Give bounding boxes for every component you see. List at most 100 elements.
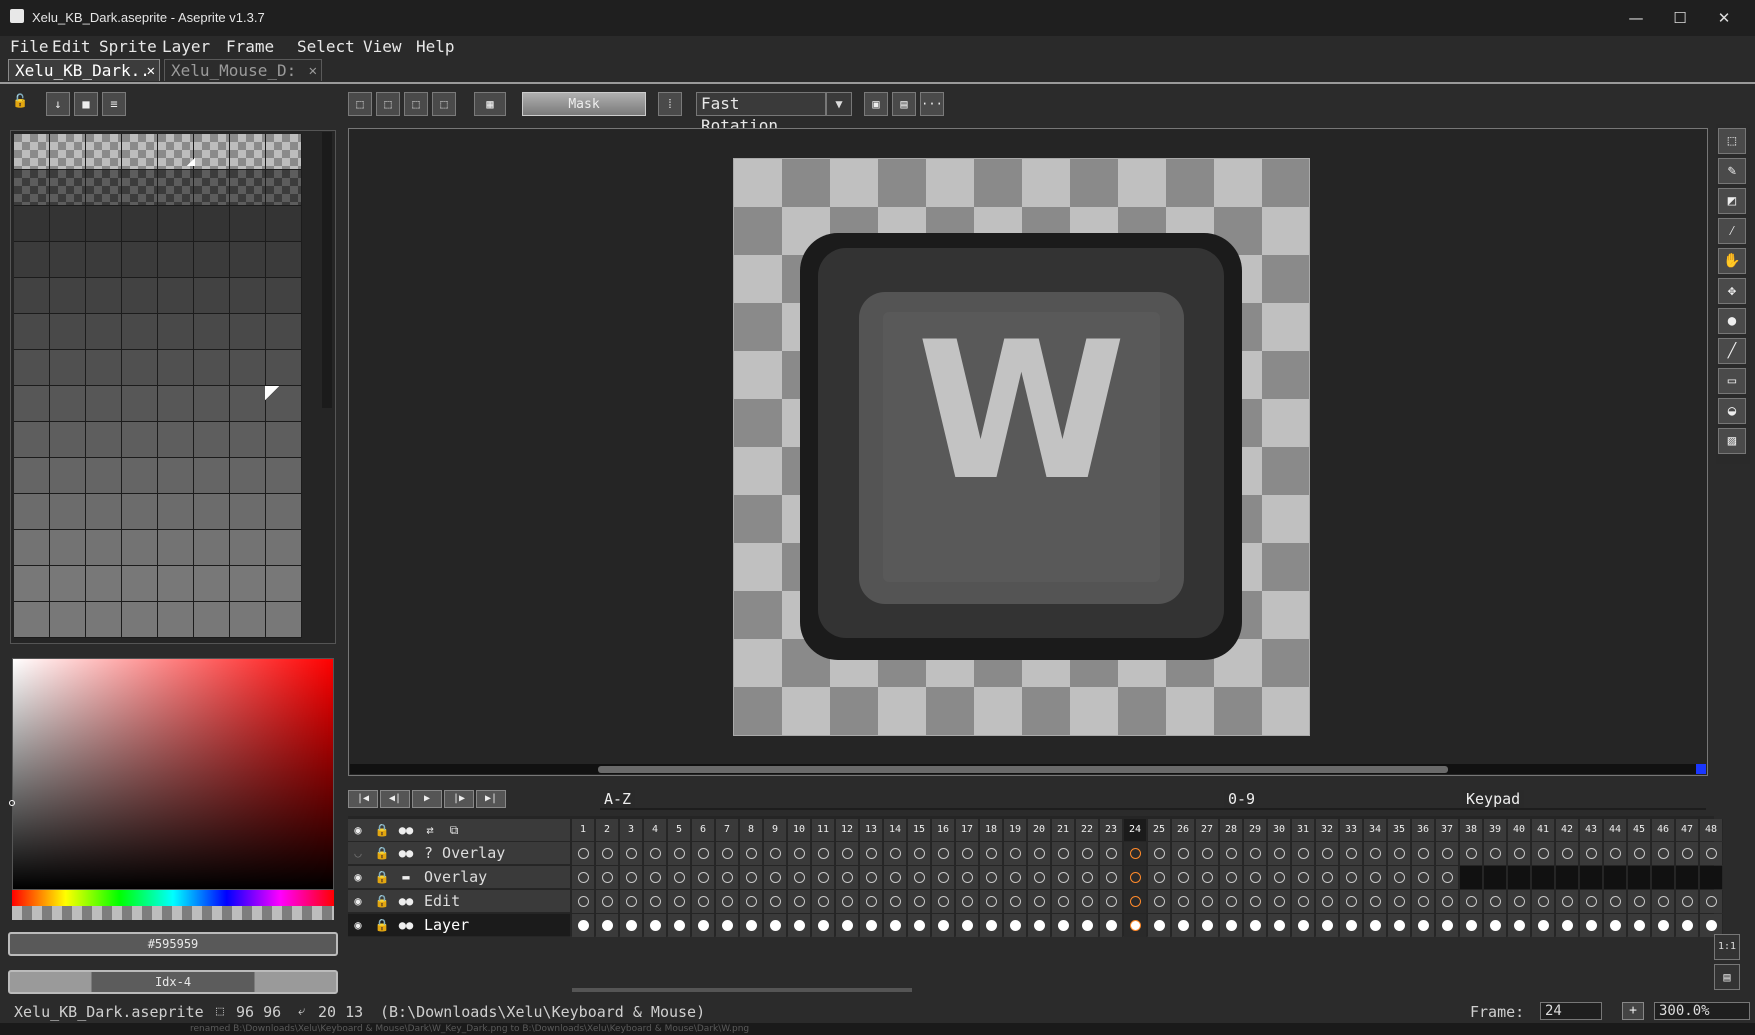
eraser-tool-icon[interactable]: ◩ <box>1718 188 1746 214</box>
frame-number[interactable]: 32 <box>1316 819 1339 841</box>
cel[interactable] <box>836 842 859 865</box>
cel[interactable] <box>908 866 931 889</box>
cel[interactable] <box>860 866 883 889</box>
pivot-icon[interactable]: ⁞ <box>658 92 682 116</box>
palette-swatch[interactable] <box>194 386 230 422</box>
cel[interactable] <box>1364 866 1387 889</box>
palette-swatch[interactable] <box>50 206 86 242</box>
frame-number[interactable]: 31 <box>1292 819 1315 841</box>
palette-swatch[interactable] <box>230 206 266 242</box>
frame-number[interactable]: 3 <box>620 819 643 841</box>
frame-number[interactable]: 23 <box>1100 819 1123 841</box>
cel[interactable] <box>716 914 739 937</box>
eye-icon[interactable]: ◉ <box>348 820 368 840</box>
cel[interactable] <box>1172 842 1195 865</box>
frame-input[interactable]: 24 <box>1540 1002 1602 1020</box>
cel[interactable] <box>1556 890 1579 913</box>
cel[interactable] <box>1364 914 1387 937</box>
palette-swatch[interactable] <box>122 386 158 422</box>
frame-number[interactable]: 36 <box>1412 819 1435 841</box>
palette-swatch[interactable] <box>266 566 302 602</box>
menu-edit[interactable]: Edit <box>52 36 91 58</box>
cel[interactable] <box>668 890 691 913</box>
tag-0-9[interactable]: 0-9 <box>1224 790 1260 808</box>
menu-file[interactable]: File <box>10 36 49 58</box>
palette-swatch[interactable] <box>266 422 302 458</box>
palette-swatch[interactable] <box>158 350 194 386</box>
frame-number[interactable]: 20 <box>1028 819 1051 841</box>
palette-swatch[interactable] <box>50 530 86 566</box>
cel[interactable] <box>1148 842 1171 865</box>
tag-a-z[interactable]: A-Z <box>600 790 636 808</box>
palette-swatch[interactable] <box>266 278 302 314</box>
palette-scrollbar[interactable] <box>322 132 332 408</box>
eye-closed-icon[interactable]: ◡ <box>348 843 368 863</box>
cel[interactable] <box>596 890 619 913</box>
tab-xelu-kb-dark[interactable]: Xelu_KB_Dark.. ✕ <box>8 59 160 81</box>
cel[interactable] <box>644 842 667 865</box>
cel[interactable] <box>1628 914 1651 937</box>
cel[interactable] <box>572 866 595 889</box>
palette-swatch[interactable] <box>50 602 86 638</box>
palette-menu-icon[interactable]: ≡ <box>102 92 126 116</box>
cel[interactable] <box>812 890 835 913</box>
frame-number[interactable]: 30 <box>1268 819 1291 841</box>
palette-swatch[interactable] <box>194 170 230 206</box>
marquee-tool-icon[interactable]: ⬚ <box>1718 128 1746 154</box>
palette-swatch[interactable] <box>86 494 122 530</box>
cel[interactable] <box>1196 890 1219 913</box>
cel[interactable] <box>1292 890 1315 913</box>
palette-swatch[interactable] <box>230 242 266 278</box>
selection-subtract-icon[interactable]: ⬚ <box>404 92 428 116</box>
selection-replace-icon[interactable]: ⬚ <box>348 92 372 116</box>
frame-number[interactable]: 29 <box>1244 819 1267 841</box>
palette-swatch[interactable] <box>158 422 194 458</box>
cel[interactable] <box>668 866 691 889</box>
frame-number[interactable]: 13 <box>860 819 883 841</box>
cel[interactable] <box>812 914 835 937</box>
frame-number[interactable]: 40 <box>1508 819 1531 841</box>
palette-swatch[interactable] <box>122 422 158 458</box>
cel[interactable] <box>884 842 907 865</box>
palette-swatch[interactable] <box>14 278 50 314</box>
frame-number[interactable]: 24 <box>1124 819 1147 841</box>
palette-swatch[interactable] <box>14 134 50 170</box>
cel[interactable] <box>1700 842 1723 865</box>
cel[interactable] <box>596 914 619 937</box>
cel[interactable] <box>1316 842 1339 865</box>
frame-number[interactable]: 2 <box>596 819 619 841</box>
frame-number[interactable]: 44 <box>1604 819 1627 841</box>
cel[interactable] <box>1004 890 1027 913</box>
palette-swatch[interactable] <box>50 458 86 494</box>
cel[interactable] <box>1268 866 1291 889</box>
cel[interactable] <box>1028 866 1051 889</box>
cel[interactable] <box>884 866 907 889</box>
cel[interactable] <box>1460 866 1483 889</box>
fill-tool-icon[interactable]: ● <box>1718 308 1746 334</box>
cel[interactable] <box>1580 842 1603 865</box>
cel[interactable] <box>1556 842 1579 865</box>
frame-number[interactable]: 6 <box>692 819 715 841</box>
cel[interactable] <box>1052 842 1075 865</box>
zoom-field[interactable]: 300.0% <box>1654 1002 1750 1020</box>
palette-swatch[interactable] <box>86 134 122 170</box>
frame-number[interactable]: 35 <box>1388 819 1411 841</box>
cel[interactable] <box>1244 914 1267 937</box>
cel[interactable] <box>1100 914 1123 937</box>
cel[interactable] <box>860 890 883 913</box>
palette-swatch[interactable] <box>122 206 158 242</box>
cel[interactable] <box>860 842 883 865</box>
cel[interactable] <box>1340 890 1363 913</box>
menu-view[interactable]: View <box>363 36 402 58</box>
palette-download-icon[interactable]: ↓ <box>46 92 70 116</box>
cel[interactable] <box>1028 842 1051 865</box>
zoom-ratio-button[interactable]: 1:1 <box>1714 934 1740 960</box>
cel[interactable] <box>836 914 859 937</box>
close-icon[interactable]: ✕ <box>309 60 317 82</box>
frame-number[interactable]: 4 <box>644 819 667 841</box>
palette-swatch[interactable] <box>14 386 50 422</box>
palette-square-icon[interactable]: ■ <box>74 92 98 116</box>
play-button[interactable]: ▶ <box>412 790 442 808</box>
layer-blend-icon[interactable]: ⧉ <box>444 820 464 840</box>
cel[interactable] <box>1052 914 1075 937</box>
